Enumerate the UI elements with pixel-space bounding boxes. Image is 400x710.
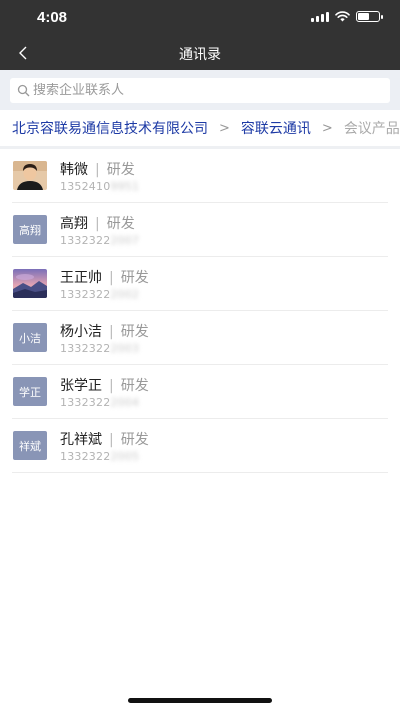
status-bar: 4:08 xyxy=(0,0,400,36)
contact-separator: | xyxy=(109,270,114,286)
cellular-signal-icon xyxy=(311,11,329,22)
contact-title: 高翔 | 研发 xyxy=(60,213,135,233)
contact-title: 杨小洁 | 研发 xyxy=(60,321,149,341)
contact-phone: 13323222002 xyxy=(60,288,139,301)
contact-name: 孔祥斌 xyxy=(60,432,102,448)
contact-list: 韩微 | 研发 13524109951 高翔 高翔 | 研发 13323222007 xyxy=(0,149,400,473)
contact-phone-visible: 1332322 xyxy=(60,234,111,247)
breadcrumb-item-company[interactable]: 北京容联易通信息技术有限公司 xyxy=(12,118,208,138)
contact-department: 研发 xyxy=(120,432,149,448)
contact-name: 杨小洁 xyxy=(60,324,102,340)
landscape-photo-icon xyxy=(13,269,47,298)
breadcrumb: 北京容联易通信息技术有限公司 > 容联云通讯 > 会议产品 xyxy=(0,110,400,146)
contact-name: 张学正 xyxy=(60,378,102,394)
search-box[interactable] xyxy=(10,78,390,103)
contact-row[interactable]: 高翔 高翔 | 研发 13323222007 xyxy=(12,203,388,257)
contact-row[interactable]: 学正 张学正 | 研发 13323222004 xyxy=(12,365,388,419)
search-bar xyxy=(0,70,400,110)
contact-phone-hidden: 2002 xyxy=(110,288,140,301)
contact-separator: | xyxy=(109,378,114,394)
contact-title: 王正帅 | 研发 xyxy=(60,267,149,287)
avatar: 小洁 xyxy=(13,323,47,352)
avatar xyxy=(13,161,47,190)
contact-name: 高翔 xyxy=(60,216,88,232)
breadcrumb-item-department[interactable]: 容联云通讯 xyxy=(241,118,311,138)
contact-title: 孔祥斌 | 研发 xyxy=(60,429,149,449)
contact-phone: 13323222007 xyxy=(60,234,139,247)
person-photo-icon xyxy=(13,161,47,190)
contact-phone-hidden: 9951 xyxy=(110,180,140,193)
breadcrumb-separator: > xyxy=(321,120,333,136)
contact-department: 研发 xyxy=(120,324,149,340)
contact-phone: 13323222003 xyxy=(60,342,139,355)
contact-phone-visible: 1332322 xyxy=(60,342,111,355)
breadcrumb-separator: > xyxy=(219,120,230,136)
contact-phone: 13323222005 xyxy=(60,450,139,463)
search-input[interactable] xyxy=(33,83,373,98)
contact-phone-visible: 1332322 xyxy=(60,450,111,463)
contact-phone-hidden: 2003 xyxy=(110,342,140,355)
contact-title: 韩微 | 研发 xyxy=(60,159,135,179)
avatar: 高翔 xyxy=(13,215,47,244)
avatar: 学正 xyxy=(13,377,47,406)
search-icon xyxy=(17,84,30,97)
contact-phone: 13524109951 xyxy=(60,180,139,193)
status-icons xyxy=(311,11,383,22)
contact-department: 研发 xyxy=(106,216,135,232)
contact-phone-visible: 1332322 xyxy=(60,396,111,409)
contact-department: 研发 xyxy=(120,270,149,286)
contact-department: 研发 xyxy=(120,378,149,394)
contact-phone-hidden: 2005 xyxy=(110,450,140,463)
status-time: 4:08 xyxy=(37,9,68,26)
breadcrumb-item-current: 会议产品 xyxy=(343,121,400,137)
contact-row[interactable]: 小洁 杨小洁 | 研发 13323222003 xyxy=(12,311,388,365)
contact-phone-hidden: 2004 xyxy=(110,396,140,409)
contact-name: 王正帅 xyxy=(60,270,102,286)
wifi-icon xyxy=(335,11,350,22)
contact-phone-visible: 1352410 xyxy=(60,180,111,193)
contact-separator: | xyxy=(109,324,114,340)
home-indicator xyxy=(128,698,272,703)
contact-row[interactable]: 王正帅 | 研发 13323222002 xyxy=(12,257,388,311)
contact-phone: 13323222004 xyxy=(60,396,139,409)
contact-row[interactable]: 韩微 | 研发 13524109951 xyxy=(12,149,388,203)
avatar: 祥斌 xyxy=(13,431,47,460)
contact-separator: | xyxy=(95,216,100,232)
contact-phone-visible: 1332322 xyxy=(60,288,111,301)
avatar xyxy=(13,269,47,298)
contact-separator: | xyxy=(95,162,100,178)
contact-name: 韩微 xyxy=(60,162,88,178)
battery-icon xyxy=(356,11,383,22)
contact-title: 张学正 | 研发 xyxy=(60,375,149,395)
nav-bar: 通讯录 xyxy=(0,36,400,70)
page-title: 通讯录 xyxy=(179,47,221,63)
contact-department: 研发 xyxy=(106,162,135,178)
contact-row[interactable]: 祥斌 孔祥斌 | 研发 13323222005 xyxy=(12,419,388,473)
contact-separator: | xyxy=(109,432,114,448)
contact-phone-hidden: 2007 xyxy=(110,234,140,247)
